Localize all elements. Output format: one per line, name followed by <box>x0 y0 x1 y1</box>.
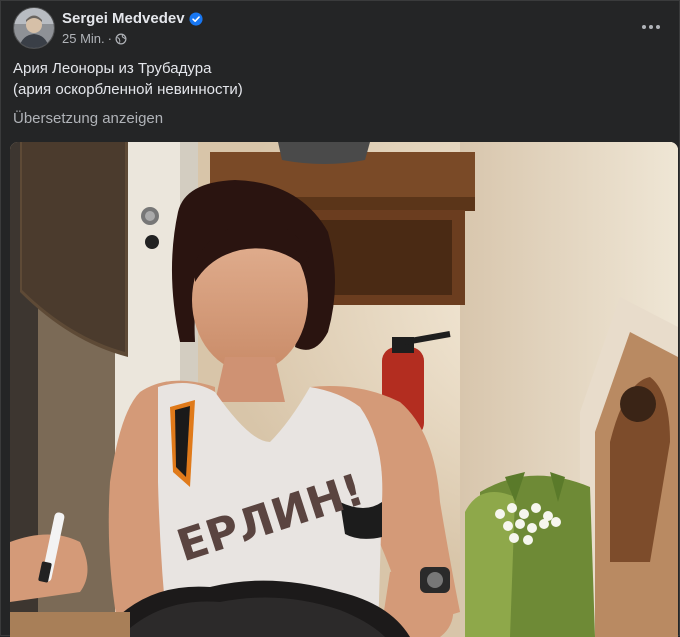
see-translation-link[interactable]: Übersetzung anzeigen <box>13 110 163 127</box>
globe-icon[interactable] <box>115 33 127 45</box>
post-text-line-1: Ария Леоноры из Трубадура <box>13 60 212 77</box>
meta-separator: · <box>107 31 112 46</box>
post-meta: 25 Min. · <box>62 31 127 46</box>
post-photo[interactable]: ЕРЛИН! <box>10 142 678 637</box>
post-card: Sergei Medvedev 25 Min. · Ария Леоноры и… <box>0 0 680 637</box>
post-text: Ария Леоноры из Трубадура (ария оскорбле… <box>13 58 243 100</box>
author-name-text[interactable]: Sergei Medvedev <box>62 10 185 27</box>
verified-badge-icon <box>189 11 203 26</box>
post-text-line-2: (ария оскорбленной невинности) <box>13 81 243 98</box>
post-timestamp[interactable]: 25 Min. <box>62 31 105 46</box>
post-header: Sergei Medvedev 25 Min. · <box>13 7 669 51</box>
more-options-icon[interactable] <box>637 15 665 39</box>
author-name[interactable]: Sergei Medvedev <box>62 10 203 27</box>
avatar[interactable] <box>13 7 55 49</box>
photo-illustration: ЕРЛИН! <box>10 142 678 637</box>
